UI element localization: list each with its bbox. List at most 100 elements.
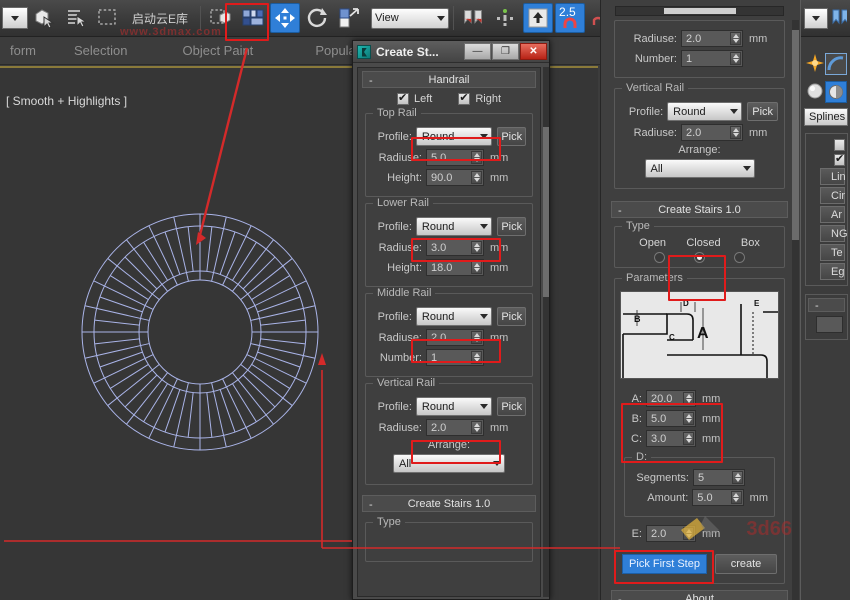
cp-segments-spinner[interactable]: 5 — [693, 469, 745, 486]
middle-rail-profile-combo[interactable]: Round — [415, 307, 493, 326]
right-checkbox-row[interactable]: Right — [458, 91, 501, 105]
egg-button[interactable]: Eg — [820, 263, 845, 280]
text-button[interactable]: Te — [820, 244, 845, 261]
select-place-icon[interactable] — [206, 3, 236, 33]
spinner-arrows-icon[interactable] — [471, 331, 482, 344]
start-new-shape-checkbox[interactable] — [834, 152, 845, 166]
left-checkbox-row[interactable]: Left — [396, 91, 432, 105]
geometry-tab[interactable] — [805, 81, 825, 101]
snaps-toggle-icon[interactable] — [523, 3, 554, 33]
subbar-item-selection[interactable]: Selection — [46, 43, 137, 58]
cp-field-a-spinner[interactable]: 20.0 — [646, 390, 696, 407]
cp-type-open-radio[interactable] — [653, 252, 665, 263]
spinner-arrows-icon[interactable] — [471, 351, 482, 364]
shapes-tab[interactable] — [825, 81, 847, 103]
spinner-arrows-icon[interactable] — [732, 471, 743, 484]
minimize-button[interactable]: — — [464, 43, 491, 60]
ngon-button[interactable]: NG — [820, 225, 848, 242]
snap-percent-icon[interactable]: 2.5 — [555, 3, 586, 33]
spinner-arrows-icon[interactable] — [683, 432, 694, 445]
spinner-arrows-icon[interactable] — [471, 151, 482, 164]
rotate-icon[interactable] — [302, 3, 332, 33]
cp-about-rollout[interactable]: - About — [611, 590, 788, 600]
command-panel-scrollbar[interactable] — [792, 20, 799, 600]
spinner-arrows-icon[interactable] — [471, 171, 482, 184]
vertical-rail-profile-combo[interactable]: Round — [415, 397, 493, 416]
vertical-rail-pick-button[interactable]: Pick — [497, 397, 526, 416]
object-name-field[interactable] — [816, 316, 843, 333]
collapse-icon[interactable]: - — [618, 205, 622, 217]
subbar-item-form[interactable]: form — [0, 43, 46, 58]
spinner-arrows-icon[interactable] — [471, 261, 482, 274]
modify-tab[interactable] — [825, 53, 847, 75]
cp-vr-profile-combo[interactable]: Round — [667, 102, 743, 121]
panel-horizontal-scrollbar[interactable] — [615, 6, 784, 16]
category-combo[interactable]: Splines — [804, 108, 848, 126]
line-button[interactable]: Lin — [820, 168, 846, 185]
lower-rail-pick-button[interactable]: Pick — [497, 217, 526, 236]
mirror-flag-icon[interactable] — [831, 8, 847, 28]
cp-create-stairs-rollout[interactable]: - Create Stairs 1.0 — [611, 201, 788, 218]
spinner-arrows-icon[interactable] — [683, 527, 694, 540]
top-rail-pick-button[interactable]: Pick — [497, 127, 526, 146]
spinner-arrows-icon[interactable] — [730, 126, 741, 139]
launch-cloud-library-button[interactable]: 启动云E库 — [124, 10, 196, 27]
cp-radiuse-spinner[interactable]: 2.0 — [681, 30, 743, 47]
arc-button[interactable]: Ar — [820, 206, 845, 223]
mirror-icon[interactable] — [491, 3, 521, 33]
cp-field-b-spinner[interactable]: 5.0 — [646, 410, 696, 427]
align-grid-icon[interactable] — [238, 3, 268, 33]
middle-rail-number-spinner[interactable]: 1 — [426, 349, 484, 366]
maximize-button[interactable]: ❐ — [492, 43, 519, 60]
scale-icon[interactable] — [334, 3, 364, 33]
cp-number-spinner[interactable]: 1 — [681, 50, 743, 67]
select-object-icon[interactable] — [29, 3, 59, 33]
sidebar-dropdown[interactable] — [804, 7, 828, 29]
cp-type-box-radio[interactable] — [734, 252, 746, 263]
lower-rail-radiuse-spinner[interactable]: 3.0 — [426, 239, 484, 256]
spinner-arrows-icon[interactable] — [683, 412, 694, 425]
vertical-rail-arrange-combo[interactable]: All — [393, 454, 505, 473]
top-rail-height-spinner[interactable]: 90.0 — [426, 169, 484, 186]
name-color-rollout-header[interactable]: - — [808, 298, 845, 312]
dialog-scrollbar[interactable] — [543, 67, 549, 597]
spinner-arrows-icon[interactable] — [471, 241, 482, 254]
pick-first-step-button[interactable]: Pick First Step — [622, 554, 707, 574]
vertical-rail-radiuse-spinner[interactable]: 2.0 — [426, 419, 484, 436]
dialog-create-stairs-rollout[interactable]: - Create Stairs 1.0 — [362, 495, 536, 512]
left-checkbox[interactable] — [396, 91, 409, 105]
spinner-arrows-icon[interactable] — [471, 421, 482, 434]
circle-button[interactable]: Cir — [820, 187, 845, 204]
create-stairs-dialog[interactable]: Create St... — ❐ ✕ - Handrail Left Right — [352, 40, 550, 600]
middle-rail-radiuse-spinner[interactable]: 2.0 — [426, 329, 484, 346]
close-button[interactable]: ✕ — [520, 43, 547, 60]
cp-vr-pick-button[interactable]: Pick — [747, 102, 778, 121]
handrail-rollout-header[interactable]: - Handrail — [362, 71, 536, 88]
spinner-arrows-icon[interactable] — [730, 491, 742, 504]
collapse-icon[interactable]: - — [369, 75, 373, 87]
create-tab[interactable] — [805, 53, 825, 73]
reference-coordinate-system-combo[interactable]: View — [371, 7, 450, 29]
spinner-arrows-icon[interactable] — [730, 52, 741, 65]
cp-vr-radius-spinner[interactable]: 2.0 — [681, 124, 743, 141]
lower-rail-profile-combo[interactable]: Round — [415, 217, 493, 236]
spinner-arrows-icon[interactable] — [683, 392, 694, 405]
cp-field-c-spinner[interactable]: 3.0 — [646, 430, 696, 447]
top-rail-profile-combo[interactable]: Round — [415, 127, 493, 146]
subbar-item-object-paint[interactable]: Object Paint — [137, 43, 263, 58]
undo-dropdown[interactable] — [2, 7, 28, 29]
cp-vr-arrange-combo[interactable]: All — [644, 159, 755, 178]
autogrid-checkbox[interactable] — [834, 139, 845, 151]
spinner-arrows-icon[interactable] — [730, 32, 741, 45]
select-by-name-icon[interactable] — [61, 3, 91, 33]
named-selection-sets-icon[interactable] — [459, 3, 489, 33]
cp-amount-spinner[interactable]: 5.0 — [692, 489, 744, 506]
middle-rail-pick-button[interactable]: Pick — [497, 307, 526, 326]
create-button[interactable]: create — [715, 554, 777, 574]
cp-field-e-spinner[interactable]: 2.0 — [646, 525, 696, 542]
cp-type-closed-radio[interactable] — [693, 252, 705, 263]
selection-region-icon[interactable] — [93, 3, 123, 33]
subbar-item-populate[interactable]: Popula — [263, 43, 365, 58]
right-checkbox[interactable] — [458, 91, 471, 105]
dialog-titlebar[interactable]: Create St... — ❐ ✕ — [353, 41, 549, 63]
